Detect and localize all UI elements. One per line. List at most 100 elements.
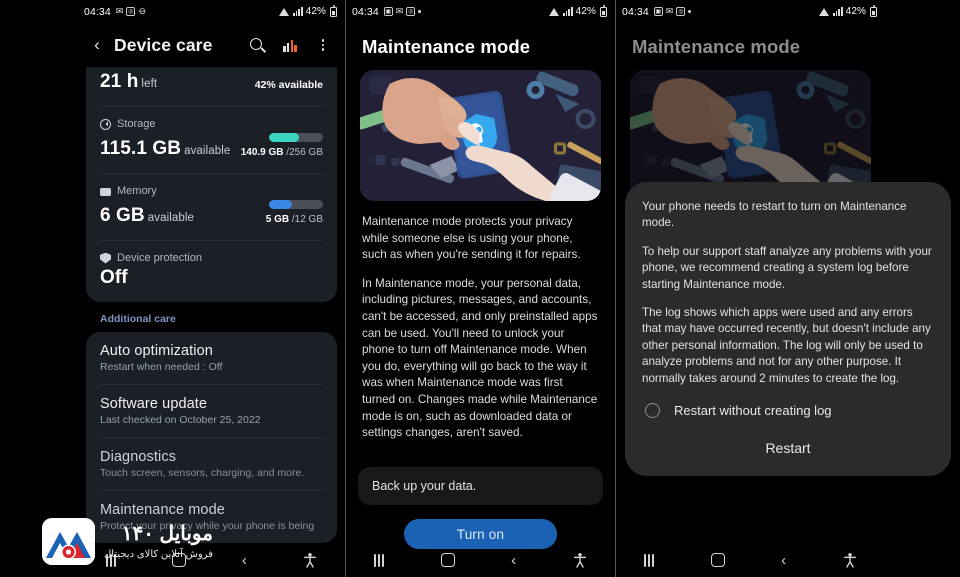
appbar-actions (247, 35, 337, 55)
screenshot-stage: 04:34 ✉ ◎ ⊖ 42% ‹ Device care 21 h left … (0, 0, 960, 577)
status-bar-right: 42% (278, 5, 337, 17)
dialog-paragraph-2: To help our support staff analyze any pr… (642, 244, 932, 291)
back-button[interactable]: ‹ (82, 30, 112, 60)
status-bar-right: 42% (818, 5, 877, 17)
storage-row[interactable]: Storage 115.1 GB available 140.9 GB /256 … (100, 107, 323, 173)
device-care-appbar: ‹ Device care (78, 23, 345, 67)
message-icon: ✉ (115, 6, 124, 16)
watermark: موبایل ۱۴۰ فروش آنلاین کالای دیجیتال (42, 518, 213, 565)
storage-value: 115.1 GB available (100, 138, 231, 159)
status-bar-left: 04:34 ▣ ✉ ◎ (622, 6, 692, 18)
list-item-software-update[interactable]: Software update Last checked on October … (100, 385, 323, 437)
gallery-icon: ▣ (653, 7, 663, 16)
maintenance-mode-illustration (360, 70, 601, 201)
device-care-screen: 04:34 ✉ ◎ ⊖ 42% ‹ Device care 21 h left … (0, 0, 345, 577)
device-protection-value: Off (100, 267, 128, 288)
battery-available: 42% available (254, 79, 323, 91)
battery-percent: 42% (305, 6, 326, 17)
storage-detail: 140.9 GB /256 GB (240, 147, 323, 158)
status-bar-left: 04:34 ✉ ◎ ⊖ (84, 6, 146, 18)
battery-row[interactable]: 21 h left 42% available (100, 67, 323, 106)
memory-row[interactable]: Memory 6 GB available 5 GB /12 GB (100, 174, 323, 240)
dot-icon (688, 10, 692, 13)
restart-dialog-screen: 04:34 ▣ ✉ ◎ 42% Maintenance mode Your ph… (616, 0, 960, 577)
memory-detail: 5 GB /12 GB (265, 214, 323, 225)
home-icon[interactable] (440, 553, 455, 567)
recents-icon[interactable] (374, 553, 385, 567)
signal-icon (292, 7, 303, 16)
signal-icon (832, 7, 843, 16)
battery-percent: 42% (845, 6, 866, 17)
status-bar-clock: 04:34 (352, 5, 379, 18)
home-icon[interactable] (710, 553, 725, 567)
maintenance-mode-screen: 04:34 ▣ ✉ ◎ 42% Maintenance mode Mainten… (346, 0, 615, 577)
status-bar-right: 42% (548, 5, 607, 17)
mobile140-logo (42, 518, 95, 565)
restart-button[interactable]: Restart (642, 424, 934, 470)
instagram-icon: ◎ (126, 7, 136, 16)
phone-panel-maintenance-intro: 04:34 ▣ ✉ ◎ 42% Maintenance mode Mainten… (345, 0, 615, 577)
restart-without-log-label: Restart without creating log (674, 403, 832, 419)
search-button[interactable] (247, 35, 267, 55)
more-options-button[interactable] (313, 35, 333, 55)
memory-value: 6 GB available (100, 205, 195, 226)
accessibility-icon[interactable] (573, 552, 587, 568)
restart-without-log-option[interactable]: Restart without creating log (642, 387, 934, 424)
back-icon[interactable]: ‹ (511, 553, 516, 568)
instagram-icon: ◎ (406, 7, 416, 16)
list-item-subtitle: Restart when needed : Off (100, 361, 223, 373)
list-item-subtitle: Touch screen, sensors, charging, and mor… (100, 467, 305, 479)
memory-icon (100, 187, 111, 196)
list-item-title: Diagnostics (100, 449, 177, 465)
list-item-diagnostics[interactable]: Diagnostics Touch screen, sensors, charg… (100, 438, 323, 490)
backup-data-card[interactable]: Back up your data. (358, 467, 603, 505)
status-bar: 04:34 ▣ ✉ ◎ 42% (346, 0, 615, 23)
description-paragraph-1: Maintenance mode protects your privacy w… (362, 215, 581, 262)
storage-icon (100, 118, 111, 130)
status-bar: 04:34 ✉ ◎ ⊖ 42% (78, 0, 345, 23)
search-icon (249, 37, 265, 53)
phone-panel-device-care: 04:34 ✉ ◎ ⊖ 42% ‹ Device care 21 h left … (0, 0, 345, 577)
list-item-title: Auto optimization (100, 343, 213, 359)
message-icon: ✉ (665, 6, 674, 16)
instagram-icon: ◎ (676, 7, 686, 16)
back-icon[interactable]: ‹ (242, 553, 247, 568)
battery-percent: 42% (575, 6, 596, 17)
radio-unselected-icon[interactable] (645, 403, 660, 419)
list-item-auto-optimization[interactable]: Auto optimization Restart when needed : … (100, 332, 323, 384)
dot-icon (418, 10, 422, 13)
section-label-additional-care: Additional care (100, 313, 176, 325)
bar-chart-icon (283, 38, 297, 52)
page-title: Maintenance mode (632, 36, 801, 57)
back-icon[interactable]: ‹ (781, 553, 786, 568)
navigation-bar: ‹ (616, 543, 885, 577)
dialog-paragraph-3: The log shows which apps were used and a… (642, 306, 931, 385)
more-options-icon (321, 38, 325, 52)
page-title: Maintenance mode (362, 36, 531, 57)
accessibility-icon[interactable] (303, 552, 317, 568)
wifi-icon (278, 7, 290, 16)
battery-icon (600, 5, 607, 17)
additional-care-card: Auto optimization Restart when needed : … (86, 332, 337, 543)
navigation-bar: ‹ (346, 543, 615, 577)
watermark-subtitle: فروش آنلاین کالای دیجیتال (104, 548, 213, 560)
usage-stats-button[interactable] (280, 35, 300, 55)
status-bar-clock: 04:34 (84, 5, 111, 18)
recents-icon[interactable] (644, 553, 655, 567)
device-protection-label: Device protection (117, 252, 202, 264)
shield-icon (100, 252, 111, 264)
dialog-paragraph-1: Your phone needs to restart to turn on M… (642, 200, 907, 230)
signal-icon (562, 7, 573, 16)
watermark-title: موبایل ۱۴۰ (121, 522, 213, 545)
dnd-icon: ⊖ (138, 6, 147, 16)
status-bar: 04:34 ▣ ✉ ◎ 42% (616, 0, 885, 23)
battery-icon (870, 5, 877, 17)
storage-meter (269, 133, 323, 142)
accessibility-icon[interactable] (843, 552, 857, 568)
phone-panel-restart-dialog: 04:34 ▣ ✉ ◎ 42% Maintenance mode Your ph… (615, 0, 960, 577)
battery-value: 21 h left (100, 71, 158, 92)
wifi-icon (818, 7, 830, 16)
device-protection-row[interactable]: Device protection Off (100, 241, 323, 302)
device-care-body: 21 h left 42% available Storage 115.1 GB… (78, 67, 345, 543)
battery-icon (330, 5, 337, 17)
